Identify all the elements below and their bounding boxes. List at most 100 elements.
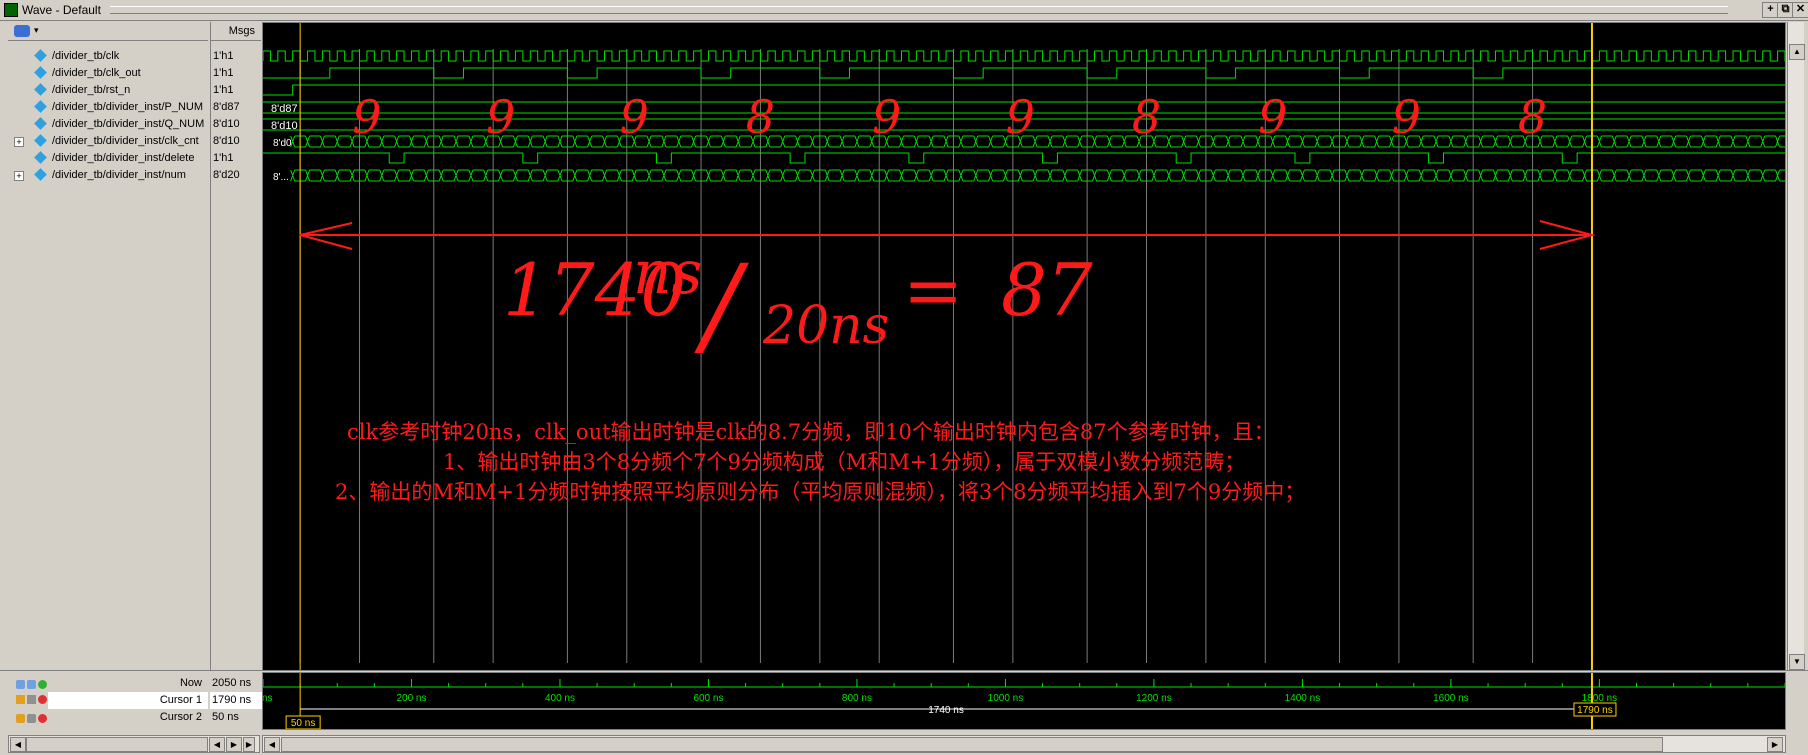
signal-name: /divider_tb/divider_inst/P_NUM	[52, 101, 204, 113]
handwritten-count: 9	[872, 90, 901, 144]
dropdown-arrow-icon[interactable]: ▾	[34, 25, 39, 36]
scroll-down-icon[interactable]: ▼	[1789, 654, 1805, 670]
signal-row[interactable]: + /divider_tb/divider_inst/clk_cnt	[8, 133, 208, 150]
signal-icon	[34, 117, 47, 130]
handwritten-count: 9	[352, 90, 381, 144]
app-icon	[4, 3, 18, 17]
lock-icon[interactable]	[16, 714, 25, 723]
cursor1-tools[interactable]	[16, 695, 52, 706]
value-list: 1'h1 1'h1 1'h1 8'd87 8'd10 8'd10 1'h1 8'd20	[211, 48, 261, 184]
add-cursor-icon[interactable]	[16, 680, 25, 689]
window-title: Wave - Default	[22, 3, 101, 17]
insert-cursor-icon[interactable]	[38, 680, 47, 689]
wave-hscrollbar[interactable]: ◀ ▶	[262, 735, 1786, 753]
handwritten-count: 9	[1006, 90, 1035, 144]
signal-name: /divider_tb/clk	[52, 50, 120, 62]
cursor-delta-label: 1740 ns	[928, 705, 964, 716]
cursor1-label: Cursor 1	[159, 694, 202, 706]
titlebar-grip[interactable]	[110, 6, 1728, 14]
cursor1-row[interactable]: Cursor 1	[48, 692, 208, 709]
delete-cursor-icon[interactable]	[38, 714, 47, 723]
cursor2-label: Cursor 2	[159, 711, 202, 723]
names-header: ▾	[8, 22, 208, 41]
signal-row[interactable]: /divider_tb/clk_out	[8, 65, 208, 82]
cursor1-value[interactable]: 1790 ns	[210, 692, 262, 709]
signal-value: 8'd87	[213, 101, 240, 113]
signal-value: 8'd20	[213, 169, 240, 181]
signal-row[interactable]: /divider_tb/clk	[8, 48, 208, 65]
signal-name-pane: ▾ /divider_tb/clk/divider_tb/clk_out/div…	[8, 22, 208, 688]
scroll-right-icon[interactable]: ▶	[1767, 737, 1783, 752]
signal-value: 1'h1	[213, 50, 234, 62]
ruler-tick-label: 200 ns	[396, 693, 426, 704]
window-titlebar: Wave - Default + ⧉ ✕	[0, 0, 1808, 21]
scroll-right-icon[interactable]: ▶	[226, 737, 242, 752]
handwritten-count: 8	[1132, 90, 1161, 144]
signal-row[interactable]: + /divider_tb/divider_inst/num	[8, 167, 208, 184]
ruler-tick-label: 1800 ns	[1582, 693, 1618, 704]
names-hscroll-thumb[interactable]	[26, 737, 208, 752]
delete-cursor-icon[interactable]	[38, 695, 47, 704]
bus-segments	[290, 169, 1785, 182]
cursor2-value[interactable]: 50 ns	[210, 709, 262, 726]
handwritten-count: 9	[486, 90, 515, 144]
signal-icon	[34, 168, 47, 181]
waveform-pane[interactable]: 8'd87 8'd10 8'd0 8'... 9 9 9 8 9 9 8 9 9 8 1740 ns/20ns…	[262, 22, 1786, 672]
signal-value: 8'd10	[213, 135, 240, 147]
expand-icon[interactable]: +	[14, 137, 24, 147]
names-hscrollbar[interactable]: ◀ ◀ ▶ ▶	[8, 735, 260, 753]
formula-slash: /	[694, 241, 749, 369]
cursor2-tag: 50 ns	[291, 718, 315, 729]
expand-icon[interactable]: +	[14, 171, 24, 181]
signal-icon	[34, 134, 47, 147]
timeline-ruler[interactable]: 0 ns 200 ns 400 ns 600 ns 800 ns 1000 ns 1200 …	[254, 672, 1786, 730]
vertical-scrollbar[interactable]: ▲ ▼	[1787, 22, 1805, 670]
handwritten-count: 9	[620, 90, 649, 144]
signal-name: /divider_tb/rst_n	[52, 84, 131, 96]
signal-row[interactable]: /divider_tb/divider_inst/Q_NUM	[8, 116, 208, 133]
wrench-icon[interactable]	[27, 695, 36, 704]
wave-tool-icon[interactable]	[14, 25, 30, 37]
note-line-3: 2、输出的M和M+1分频时钟按照平均原则分布（平均原则混频），将3个8分频平均插…	[335, 480, 1305, 504]
ruler-tick-label: 1200 ns	[1136, 693, 1172, 704]
signal-row[interactable]: /divider_tb/rst_n	[8, 82, 208, 99]
signal-row[interactable]: /divider_tb/divider_inst/delete	[8, 150, 208, 167]
formula-ns: ns	[633, 238, 702, 308]
signal-icon	[34, 100, 47, 113]
edit-cursor-icon[interactable]	[27, 680, 36, 689]
scroll-left-icon[interactable]: ◀	[10, 737, 26, 752]
scroll-left-icon[interactable]: ◀	[264, 737, 280, 752]
signal-icon	[34, 49, 47, 62]
formula-equals: =	[903, 248, 963, 332]
p-num-wave-label: 8'd87	[271, 103, 298, 115]
signal-icon	[34, 151, 47, 164]
signal-value: 1'h1	[213, 152, 234, 164]
ruler-tick-label: 1000 ns	[988, 693, 1024, 704]
clk-cnt-wave-label: 8'd0	[273, 138, 292, 149]
wrench-icon[interactable]	[27, 714, 36, 723]
scroll-right-icon[interactable]: ▶	[243, 737, 255, 752]
signal-value: 1'h1	[213, 67, 234, 79]
lock-icon[interactable]	[16, 695, 25, 704]
signal-value: 1'h1	[213, 84, 234, 96]
now-label: Now	[179, 677, 202, 689]
signal-name: /divider_tb/clk_out	[52, 67, 141, 79]
now-row: Now	[8, 675, 208, 692]
cursor2-row[interactable]: Cursor 2	[8, 709, 208, 726]
cursor-tools[interactable]	[16, 678, 52, 689]
wave-hscroll-thumb[interactable]	[281, 737, 1663, 752]
cursor2-tools[interactable]	[16, 712, 52, 723]
clk-out-waveform	[263, 67, 1785, 79]
signal-icon	[34, 83, 47, 96]
signal-list: /divider_tb/clk/divider_tb/clk_out/divid…	[8, 48, 208, 688]
signal-name: /divider_tb/divider_inst/Q_NUM	[52, 118, 205, 130]
ruler-tick-label: 400 ns	[545, 693, 575, 704]
close-button[interactable]: ✕	[1792, 2, 1808, 18]
now-value: 2050 ns	[212, 677, 252, 689]
scroll-up-icon[interactable]: ▲	[1789, 44, 1805, 60]
handwritten-count: 9	[1258, 90, 1287, 144]
signal-row[interactable]: /divider_tb/divider_inst/P_NUM	[8, 99, 208, 116]
msgs-header: Msgs	[211, 22, 261, 41]
scroll-left-icon[interactable]: ◀	[209, 737, 225, 752]
num-wave-label: 8'...	[273, 172, 289, 183]
